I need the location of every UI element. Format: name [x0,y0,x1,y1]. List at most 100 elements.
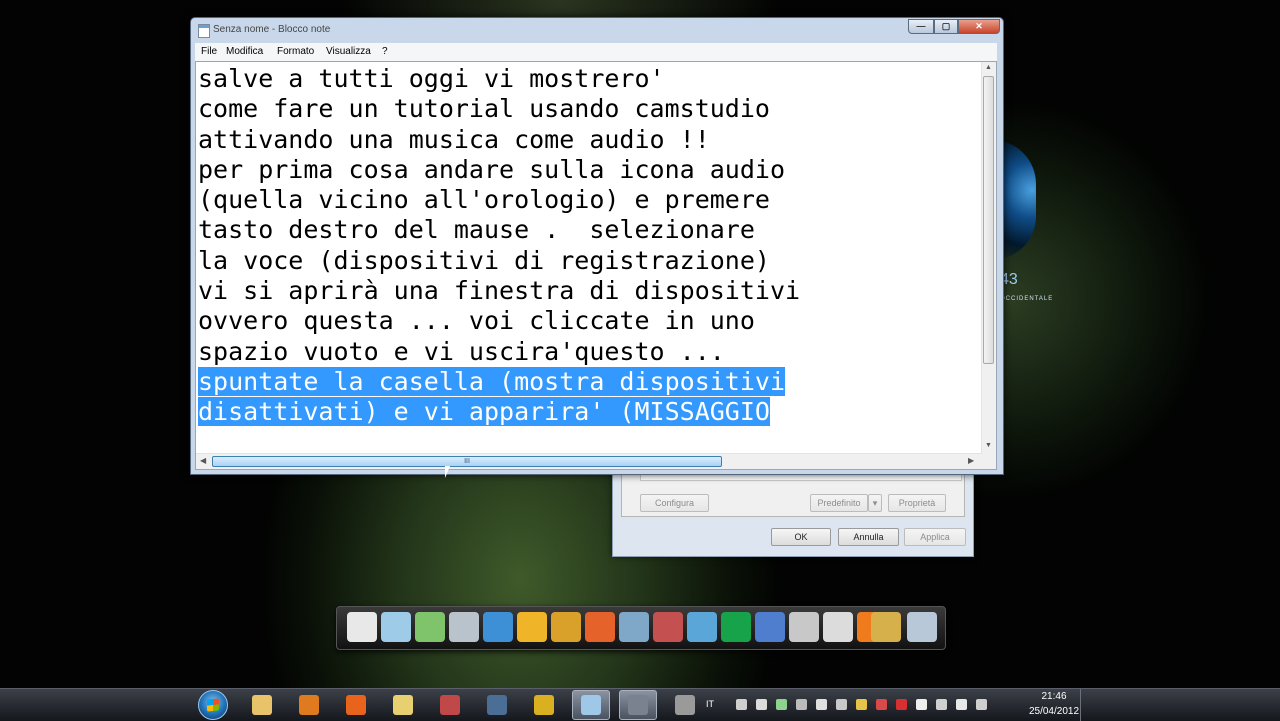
menu-view[interactable]: Visualizza [326,46,371,57]
nintendo-ds-icon[interactable] [551,612,581,642]
menu-help[interactable]: ? [382,46,388,57]
selected-text-line: spuntate la casella (mostra dispositivi [198,366,785,396]
tray-app-icon[interactable] [836,699,847,710]
ro-app-icon[interactable] [721,612,751,642]
chevron-down-icon[interactable]: ▾ [868,494,882,512]
text-line: come fare un tutorial usando camstudio [198,94,770,124]
taskbar-explorer-button[interactable] [243,690,281,720]
dock-bar [336,606,946,650]
mouse-cursor-icon [445,466,450,478]
configure-button[interactable]: Configura [640,494,709,512]
taskbar-tools-button[interactable] [525,690,563,720]
text-line: attivando una musica come audio !! [198,124,710,154]
clock-time[interactable]: 21:46 [1030,691,1078,702]
firefox-icon [346,695,366,715]
start-button[interactable] [198,690,228,720]
tray-app-icon[interactable] [796,699,807,710]
camstudio-icon [628,695,648,715]
menu-file[interactable]: File [201,46,217,57]
vertical-scroll-thumb[interactable] [983,76,994,364]
cube-icon[interactable] [755,612,785,642]
show-desktop-button[interactable] [1080,689,1091,721]
flag-icon[interactable] [916,699,927,710]
folder-icon[interactable] [381,612,411,642]
clock-gadget-caption: OCCIDENTALE [1000,296,1054,302]
vertical-scrollbar[interactable]: ▲ ▼ [981,62,996,454]
scroll-up-icon[interactable]: ▲ [985,64,992,71]
folder-green-icon[interactable] [415,612,445,642]
keyboard-icon [487,695,507,715]
menu-bar: File Modifica Formato Visualizza ? [195,43,997,61]
calculator-icon[interactable] [687,612,717,642]
minimize-button[interactable]: — [908,19,934,34]
text-line: per prima cosa andare sulla icona audio [198,154,785,184]
apply-button[interactable]: Applica [904,528,966,546]
horizontal-scrollbar[interactable]: ◀ III ▶ [196,453,982,469]
notification-icon[interactable] [756,699,767,710]
properties-button[interactable]: Proprietà [888,494,946,512]
taskbar-firefox-button[interactable] [337,690,375,720]
folder-gray-icon[interactable] [449,612,479,642]
taskbar-media-player-button[interactable] [290,690,328,720]
firefox-icon[interactable] [585,612,615,642]
volume-icon[interactable] [956,699,967,710]
camera-icon[interactable] [823,612,853,642]
menu-format[interactable]: Formato [277,46,314,57]
sound-devices-dialog: Configura Predefinito ▾ Proprietà OK Ann… [612,466,974,557]
taskbar-snipping-button[interactable] [431,690,469,720]
taskbar-camstudio-button[interactable] [619,690,657,720]
recycle-bin-icon[interactable] [907,612,937,642]
antivirus-icon[interactable] [896,699,907,710]
disc-icon [675,695,695,715]
size-grip[interactable] [982,454,996,469]
puzzle-icon[interactable] [517,612,547,642]
scroll-down-icon[interactable]: ▼ [985,442,992,449]
text-line: vi si aprirà una finestra di dispositivi [198,276,801,306]
network-icon[interactable] [776,699,787,710]
archive-icon[interactable] [619,612,649,642]
taskbar-notepad-button[interactable] [572,690,610,720]
text-line: spazio vuoto e vi uscira'questo ... [198,336,725,366]
taskbar-folder-button[interactable] [384,690,422,720]
ok-button[interactable]: OK [771,528,831,546]
document-text[interactable]: salve a tutti oggi vi mostrero' come fare… [198,64,978,450]
show-hidden-icon[interactable] [736,699,747,710]
scroll-right-icon[interactable]: ▶ [968,456,974,465]
explorer-icon [252,695,272,715]
selected-text-line: disattivati) e vi apparira' (MISSAGGIO [198,397,770,427]
taskbar-keyboard-button[interactable] [478,690,516,720]
documents-icon[interactable] [347,612,377,642]
tray-app-icon[interactable] [876,699,887,710]
network-computer-icon[interactable] [483,612,513,642]
text-line: salve a tutti oggi vi mostrero' [198,64,665,93]
horizontal-scroll-thumb[interactable]: III [212,456,722,467]
snipping-icon [440,695,460,715]
settings-icon[interactable] [871,612,901,642]
window-title: Senza nome - Blocco note [213,24,331,35]
text-editor[interactable]: salve a tutti oggi vi mostrero' come fare… [195,61,997,470]
title-bar[interactable]: Senza nome - Blocco note — ▢ ✕ [191,18,1003,42]
maximize-button[interactable]: ▢ [934,19,958,34]
set-default-button[interactable]: Predefinito [810,494,868,512]
taskbar-disc-button[interactable] [666,690,704,720]
scroll-left-icon[interactable]: ◀ [200,456,206,465]
language-indicator[interactable]: IT [706,699,714,709]
menu-edit[interactable]: Modifica [226,46,263,57]
text-line: (quella vicino all'orologio) e premere [198,185,770,215]
text-line: ovvero questa ... voi cliccate in uno [198,306,755,336]
cancel-button[interactable]: Annulla [838,528,899,546]
tray-app-icon[interactable] [856,699,867,710]
power-icon[interactable] [936,699,947,710]
text-line: la voce (dispositivi di registrazione) [198,245,770,275]
notepad-icon[interactable] [198,24,210,38]
tools-icon[interactable] [653,612,683,642]
sync-icon[interactable] [976,699,987,710]
text-line: tasto destro del mause . selezionare [198,215,755,245]
media-player-icon [299,695,319,715]
tray-app-icon[interactable] [816,699,827,710]
taskbar: IT 21:46 25/04/2012 [0,688,1280,721]
hammer-icon[interactable] [789,612,819,642]
folder-icon [393,695,413,715]
close-button[interactable]: ✕ [958,19,1000,34]
tools-icon [534,695,554,715]
